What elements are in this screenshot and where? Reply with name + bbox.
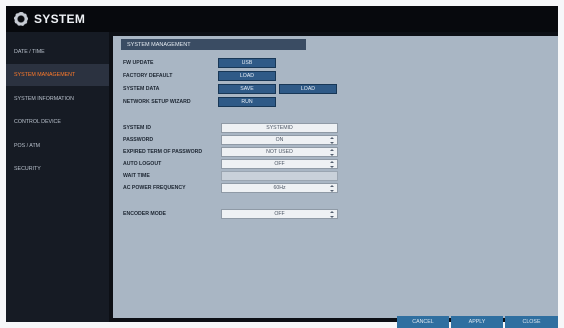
wait-time-label: WAIT TIME <box>123 173 150 179</box>
cancel-button[interactable]: CANCEL <box>397 316 449 328</box>
sidebar-item-system-management[interactable]: SYSTEM MANAGEMENT <box>6 64 109 86</box>
sidebar-item-pos-atm[interactable]: POS / ATM <box>6 135 109 157</box>
expired-term-select[interactable]: NOT USED <box>221 147 338 157</box>
system-id-label: SYSTEM ID <box>123 125 151 131</box>
dvr-screen: SYSTEM DATE / TIME SYSTEM MANAGEMENT SYS… <box>6 6 558 322</box>
factory-load-button[interactable]: LOAD <box>218 71 276 81</box>
auto-logout-label: AUTO LOGOUT <box>123 161 162 167</box>
encoder-mode-select[interactable]: OFF <box>221 209 338 219</box>
ac-power-select[interactable]: 60Hz <box>221 183 338 193</box>
network-wizard-label: NETWORK SETUP WIZARD <box>123 99 191 105</box>
main-panel: SYSTEM MANAGEMENT FW UPDATE USB FACTORY … <box>113 36 558 318</box>
close-button[interactable]: CLOSE <box>505 316 558 328</box>
title-bar: SYSTEM <box>6 6 558 32</box>
spinner-arrows-icon <box>330 161 334 168</box>
encoder-mode-label: ENCODER MODE <box>123 211 166 217</box>
expired-term-label: EXPIRED TERM OF PASSWORD <box>123 149 203 155</box>
spinner-arrows-icon <box>330 185 334 192</box>
password-value: ON <box>275 137 284 143</box>
auto-logout-select[interactable]: OFF <box>221 159 338 169</box>
factory-default-label: FACTORY DEFAULT <box>123 73 173 79</box>
system-data-load-button[interactable]: LOAD <box>279 84 337 94</box>
sidebar-item-security[interactable]: SECURITY <box>6 158 109 180</box>
gear-icon <box>12 10 30 28</box>
ac-power-value: 60Hz <box>273 185 286 191</box>
encoder-mode-value: OFF <box>274 211 285 217</box>
sidebar-item-date-time[interactable]: DATE / TIME <box>6 41 109 63</box>
apply-button[interactable]: APPLY <box>451 316 503 328</box>
expired-term-value: NOT USED <box>266 149 293 155</box>
spinner-arrows-icon <box>330 137 334 144</box>
system-data-label: SYSTEM DATA <box>123 86 160 92</box>
sidebar: DATE / TIME SYSTEM MANAGEMENT SYSTEM INF… <box>6 32 109 322</box>
system-id-field[interactable]: SYSTEMID <box>221 123 338 133</box>
wait-time-field <box>221 171 338 181</box>
fw-update-label: FW UPDATE <box>123 60 154 66</box>
usb-button[interactable]: USB <box>218 58 276 68</box>
auto-logout-value: OFF <box>274 161 285 167</box>
spinner-arrows-icon <box>330 211 334 218</box>
network-wizard-run-button[interactable]: RUN <box>218 97 276 107</box>
section-title: SYSTEM MANAGEMENT <box>121 39 306 50</box>
password-select[interactable]: ON <box>221 135 338 145</box>
spinner-arrows-icon <box>330 149 334 156</box>
ac-power-label: AC POWER FREQUENCY <box>123 185 186 191</box>
password-label: PASSWORD <box>123 137 154 143</box>
sidebar-item-system-information[interactable]: SYSTEM INFORMATION <box>6 88 109 110</box>
system-data-save-button[interactable]: SAVE <box>218 84 276 94</box>
window-title: SYSTEM <box>34 12 86 26</box>
sidebar-item-control-device[interactable]: CONTROL DEVICE <box>6 111 109 133</box>
